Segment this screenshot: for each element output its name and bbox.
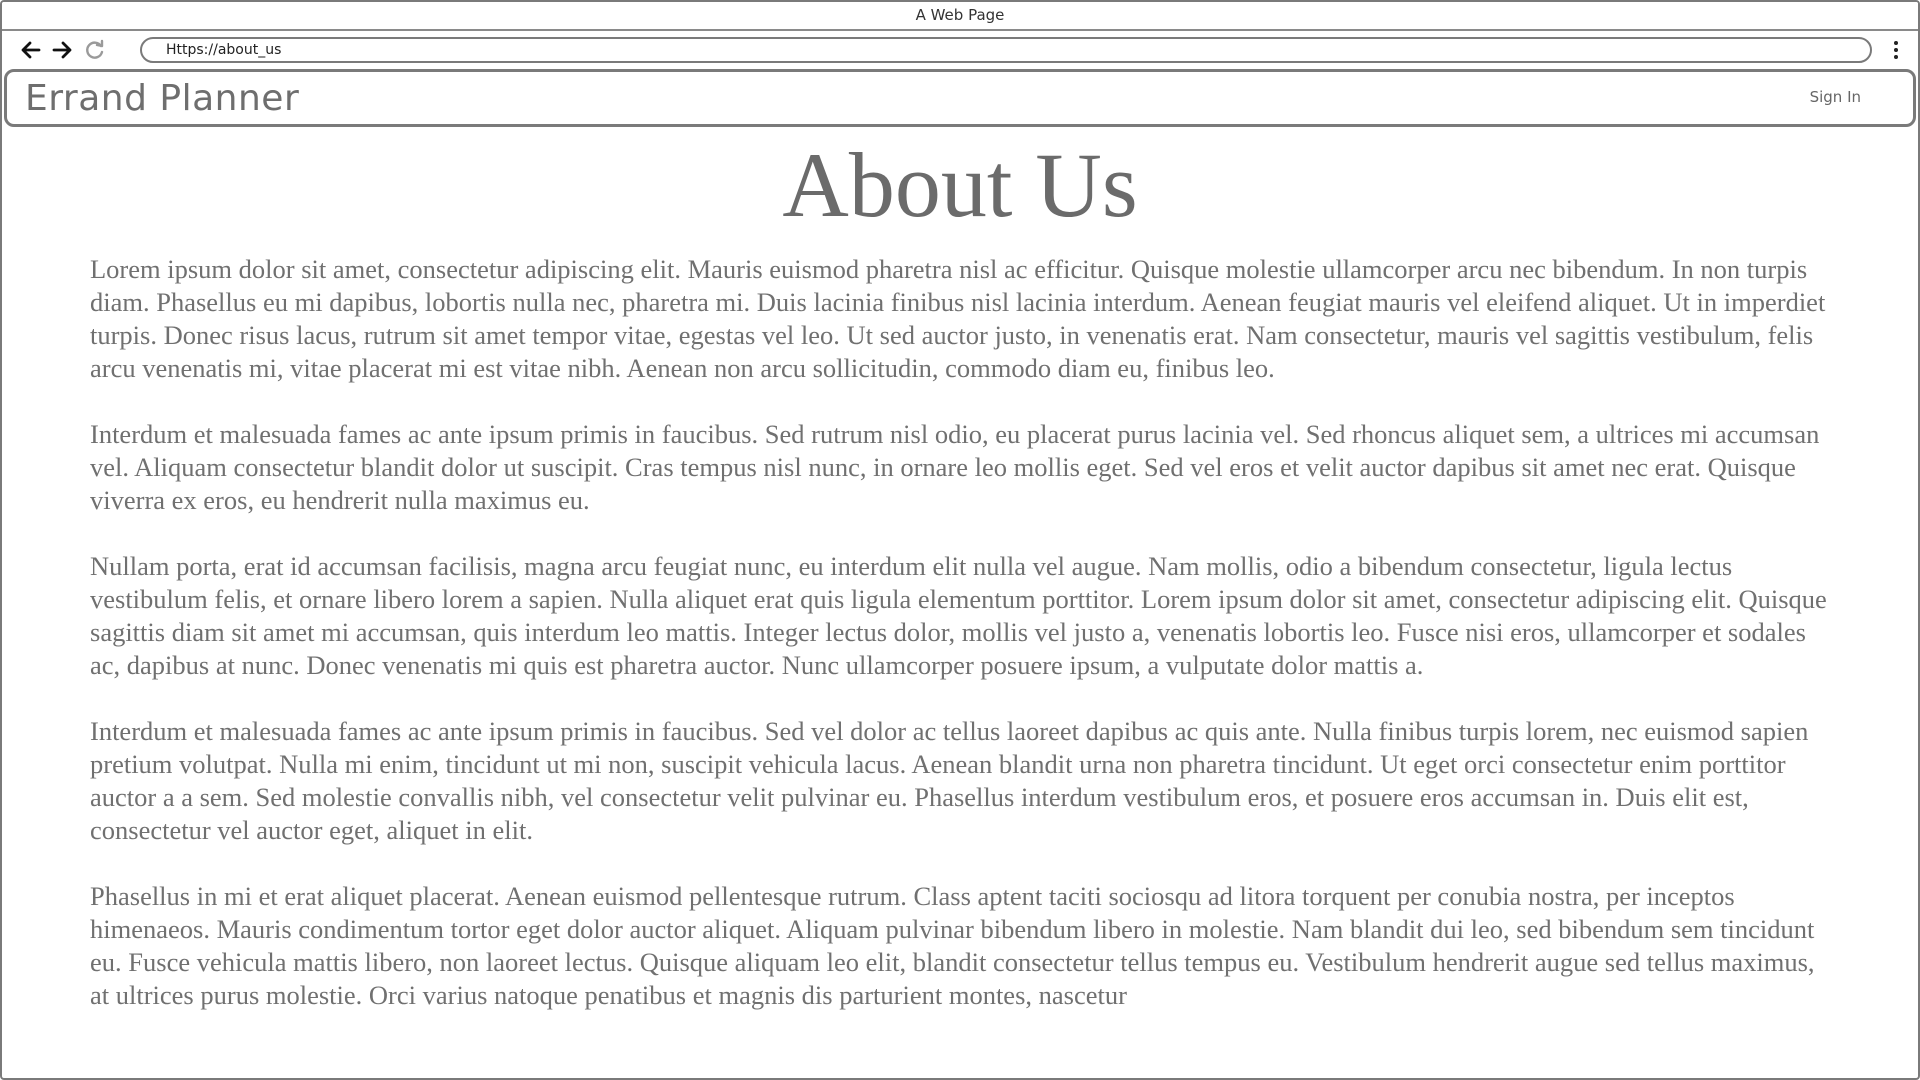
browser-menu-button[interactable] xyxy=(1886,37,1906,63)
browser-toolbar xyxy=(2,31,1918,69)
window-titlebar: A Web Page xyxy=(2,2,1918,31)
browser-window: A Web Page Erran xyxy=(0,0,1920,1080)
vertical-dots-icon xyxy=(1894,41,1898,59)
sign-in-link[interactable]: Sign In xyxy=(1810,88,1861,106)
reload-icon xyxy=(86,39,104,59)
arrow-left-icon xyxy=(21,41,41,59)
arrow-right-icon xyxy=(52,41,72,59)
page-content: About Us Lorem ipsum dolor sit amet, con… xyxy=(2,127,1918,1078)
paragraph: Interdum et malesuada fames ac ante ipsu… xyxy=(90,716,1809,845)
paragraph: Nullam porta, erat id accumsan facilisis… xyxy=(90,551,1827,680)
site-logo[interactable]: Errand Planner xyxy=(25,78,299,119)
back-button[interactable] xyxy=(18,37,44,63)
forward-button[interactable] xyxy=(49,37,75,63)
address-bar[interactable] xyxy=(140,37,1872,63)
window-title: A Web Page xyxy=(915,6,1005,24)
page-title: About Us xyxy=(782,134,1138,236)
paragraph: Lorem ipsum dolor sit amet, consectetur … xyxy=(90,254,1826,383)
paragraph: Interdum et malesuada fames ac ante ipsu… xyxy=(90,419,1820,515)
paragraph: Phasellus in mi et erat aliquet placerat… xyxy=(90,881,1815,1010)
about-body: Lorem ipsum dolor sit amet, consectetur … xyxy=(2,253,1918,1012)
reload-button[interactable] xyxy=(82,37,108,63)
site-header: Errand Planner Sign In xyxy=(4,69,1916,127)
